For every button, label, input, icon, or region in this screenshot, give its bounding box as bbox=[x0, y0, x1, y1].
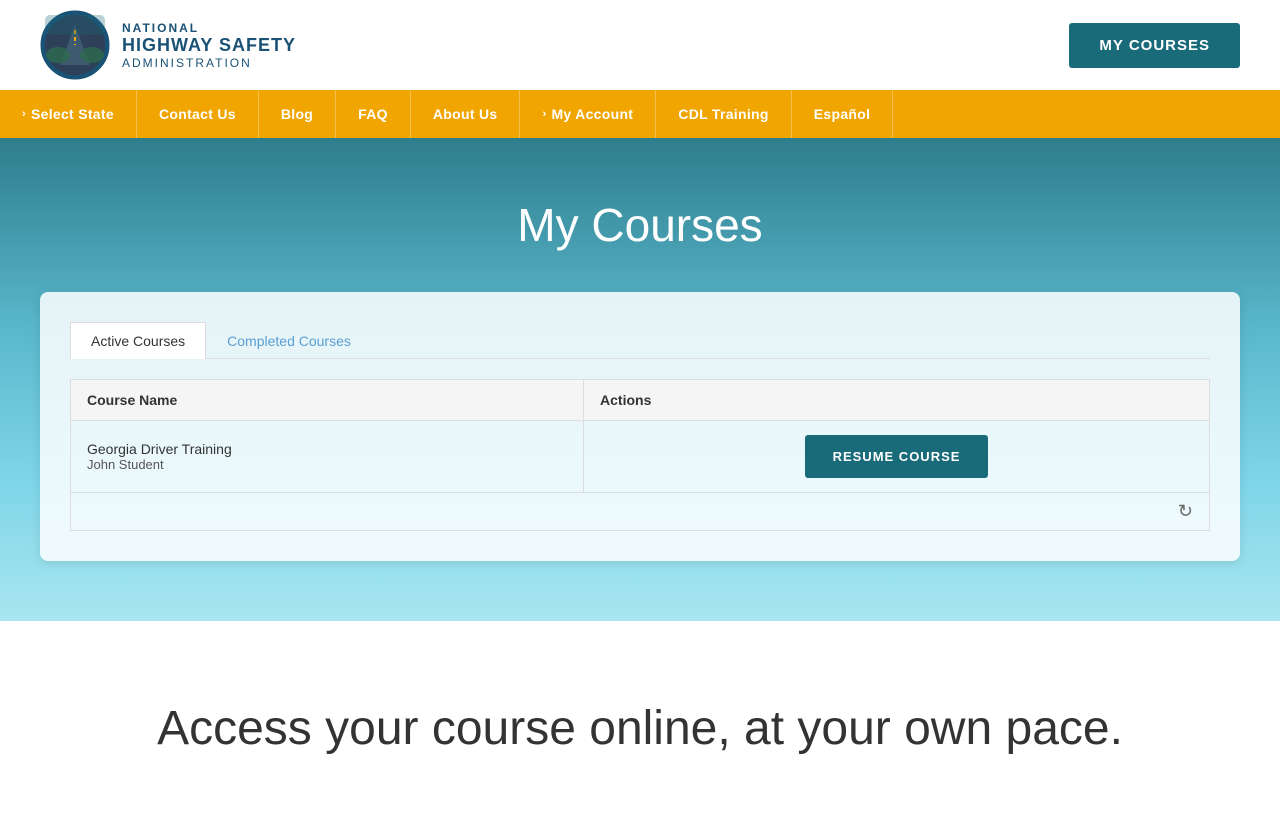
col-header-course-name: Course Name bbox=[71, 380, 584, 421]
nav-select-state[interactable]: › Select State bbox=[0, 90, 137, 138]
tabs-container: Active Courses Completed Courses bbox=[70, 322, 1210, 359]
logo-text: NATIONAL HIGHWAY SAFETY ADMINISTRATION bbox=[122, 21, 296, 70]
table-header-row: Course Name Actions bbox=[71, 380, 1210, 421]
logo-icon bbox=[40, 10, 110, 80]
nav-contact-us[interactable]: Contact Us bbox=[137, 90, 259, 138]
chevron-right-icon: › bbox=[22, 108, 26, 120]
course-name: Georgia Driver Training bbox=[87, 441, 567, 457]
logo-line3: ADMINISTRATION bbox=[122, 56, 296, 70]
bottom-tagline: Access your course online, at your own p… bbox=[40, 701, 1240, 756]
nav-blog[interactable]: Blog bbox=[259, 90, 336, 138]
refresh-cell: ↻ bbox=[71, 493, 1210, 531]
refresh-row: ↻ bbox=[71, 493, 1210, 531]
nav-faq[interactable]: FAQ bbox=[336, 90, 411, 138]
student-name: John Student bbox=[87, 457, 567, 472]
chevron-right-icon-account: › bbox=[542, 108, 546, 120]
logo-line2: HIGHWAY SAFETY bbox=[122, 35, 296, 56]
nav-my-account[interactable]: › My Account bbox=[520, 90, 656, 138]
actions-cell: RESUME COURSE bbox=[584, 421, 1210, 493]
nav-cdl-training[interactable]: CDL Training bbox=[656, 90, 791, 138]
my-courses-button[interactable]: MY COURSES bbox=[1069, 23, 1240, 68]
resume-course-button[interactable]: RESUME COURSE bbox=[805, 435, 989, 478]
logo-area: NATIONAL HIGHWAY SAFETY ADMINISTRATION bbox=[40, 10, 296, 80]
page-title: My Courses bbox=[517, 198, 762, 252]
logo-line1: NATIONAL bbox=[122, 21, 296, 35]
refresh-icon[interactable]: ↻ bbox=[1178, 501, 1193, 521]
course-name-cell: Georgia Driver Training John Student bbox=[71, 421, 584, 493]
hero-section: My Courses Active Courses Completed Cour… bbox=[0, 138, 1280, 621]
courses-card: Active Courses Completed Courses Course … bbox=[40, 292, 1240, 561]
table-row: Georgia Driver Training John Student RES… bbox=[71, 421, 1210, 493]
tab-active-courses[interactable]: Active Courses bbox=[70, 322, 206, 359]
site-header: NATIONAL HIGHWAY SAFETY ADMINISTRATION M… bbox=[0, 0, 1280, 90]
nav-about-us[interactable]: About Us bbox=[411, 90, 521, 138]
nav-bar: › Select State Contact Us Blog FAQ About… bbox=[0, 90, 1280, 138]
col-header-actions: Actions bbox=[584, 380, 1210, 421]
courses-table: Course Name Actions Georgia Driver Train… bbox=[70, 379, 1210, 531]
tab-completed-courses[interactable]: Completed Courses bbox=[206, 322, 372, 359]
nav-espanol[interactable]: Español bbox=[792, 90, 894, 138]
